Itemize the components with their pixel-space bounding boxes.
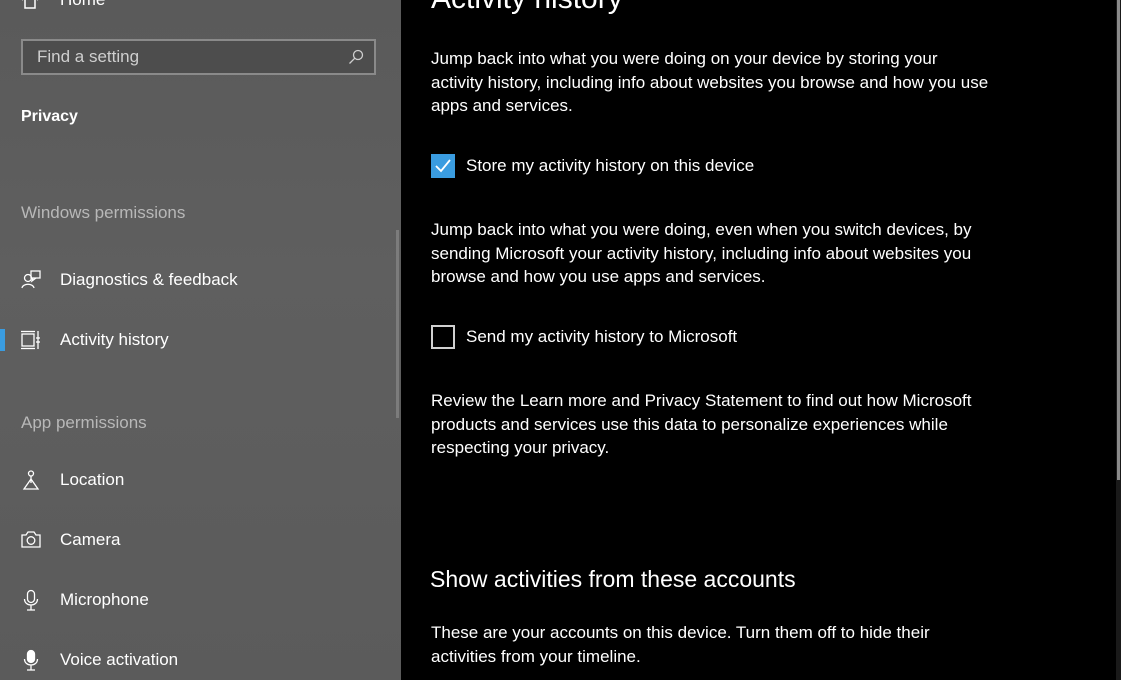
page-title: Activity history [431,0,623,16]
home-icon [22,0,38,9]
sidebar-item-label: Diagnostics & feedback [60,270,238,289]
accounts-heading: Show activities from these accounts [430,566,796,592]
sidebar-item-label: Activity history [60,330,169,349]
group-label-windows-permissions: Windows permissions [21,203,186,222]
camera-icon [20,529,42,551]
search-box[interactable] [21,39,376,75]
main-scrollbar[interactable] [1116,0,1121,680]
store-history-label: Store my activity history on this device [466,156,755,175]
checkmark-icon [435,159,451,173]
send-history-checkbox-row[interactable]: Send my activity history to Microsoft [431,325,737,349]
sidebar-item-label: Location [60,470,125,489]
group-label-app-permissions: App permissions [21,413,147,432]
voice-activation-icon [20,649,42,671]
search-icon[interactable] [348,49,364,65]
review-text: Review the Learn more and Privacy Statem… [431,391,972,457]
sidebar-item-voice-activation[interactable]: Voice activation [0,640,395,680]
microphone-icon [20,589,42,611]
store-history-checkbox-row[interactable]: Store my activity history on this device [431,154,754,178]
home-link[interactable]: Home [20,0,105,12]
sidebar-item-diagnostics[interactable]: Diagnostics & feedback [0,260,395,300]
sidebar-item-label: Voice activation [60,650,179,669]
store-history-checkbox[interactable] [431,154,455,178]
home-label: Home [60,0,105,10]
activity-history-icon [20,329,42,351]
sidebar-scrollbar[interactable] [396,230,399,418]
main-content: Activity history Jump back into what you… [401,0,1116,680]
main-scrollbar-thumb[interactable] [1117,0,1120,480]
search-input[interactable] [23,46,348,68]
intro-text: Jump back into what you were doing on yo… [431,49,989,115]
section-title: Privacy [21,108,78,125]
sync-text: Jump back into what you were doing, even… [431,220,972,286]
sidebar-item-label: Camera [60,530,121,549]
sidebar-item-camera[interactable]: Camera [0,520,395,560]
settings-sidebar: Home Privacy Windows permissions Diagnos… [0,0,401,680]
sidebar-item-activity-history[interactable]: Activity history [0,320,395,360]
sidebar-item-location[interactable]: Location [0,460,395,500]
location-icon [20,469,42,491]
sidebar-item-microphone[interactable]: Microphone [0,580,395,620]
sidebar-item-label: Microphone [60,590,149,609]
send-history-label: Send my activity history to Microsoft [466,327,738,346]
send-history-checkbox[interactable] [431,325,455,349]
accounts-text: These are your accounts on this device. … [431,623,930,666]
diagnostics-icon [20,269,42,291]
